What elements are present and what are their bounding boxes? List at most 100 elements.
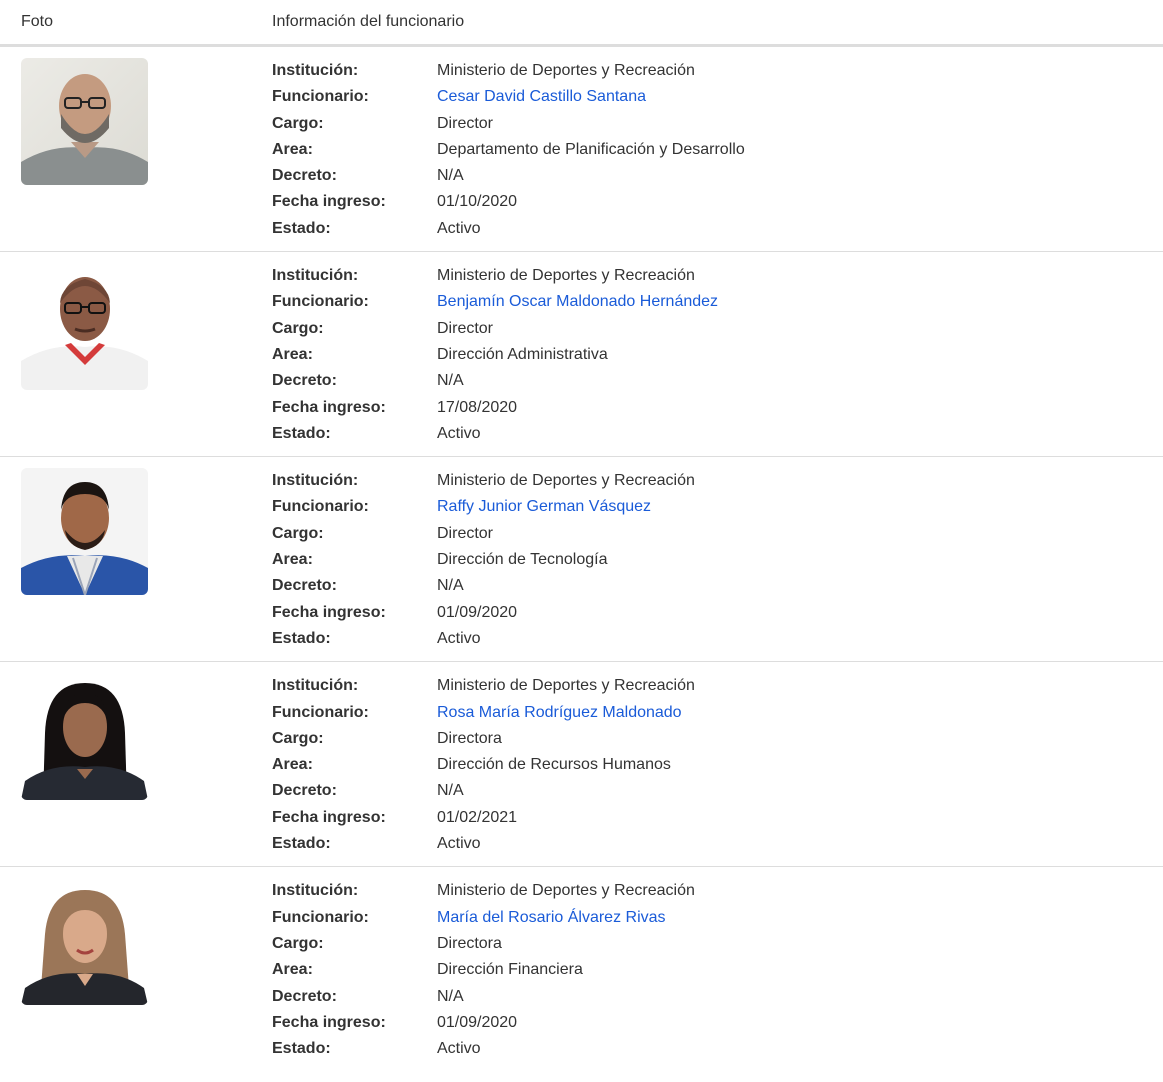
official-name-link[interactable]: Raffy Junior German Vásquez (437, 494, 1163, 520)
table-row: Institución: Ministerio de Deportes y Re… (0, 251, 1163, 458)
value-fecha-ingreso: 17/08/2020 (437, 398, 518, 416)
value-cargo: Directora (437, 729, 502, 747)
label-decreto: Decreto: (272, 577, 337, 595)
value-estado: Activo (437, 424, 481, 442)
header-photo: Foto (0, 0, 251, 47)
label-decreto: Decreto: (272, 372, 337, 390)
label-institucion: Institución: (272, 267, 359, 285)
label-decreto: Decreto: (272, 782, 337, 800)
official-photo (21, 878, 148, 1006)
value-area: Departamento de Planificación y Desarrol… (437, 140, 745, 158)
table-row: Institución: Ministerio de Deportes y Re… (0, 661, 1163, 868)
value-cargo: Director (437, 319, 494, 337)
value-institucion: Ministerio de Deportes y Recreación (437, 472, 695, 490)
officials-table: Foto Información del funcionario Institu… (0, 0, 1163, 1071)
label-decreto: Decreto: (272, 987, 337, 1005)
value-area: Dirección de Recursos Humanos (437, 756, 671, 774)
official-info: Institución: Ministerio de Deportes y Re… (272, 468, 1163, 652)
official-name-link[interactable]: María del Rosario Álvarez Rivas (437, 905, 1163, 931)
label-cargo: Cargo: (272, 729, 324, 747)
value-institucion: Ministerio de Deportes y Recreación (437, 677, 695, 695)
official-name-link[interactable]: Cesar David Castillo Santana (437, 84, 1163, 110)
official-info: Institución: Ministerio de Deportes y Re… (272, 673, 1163, 857)
label-estado: Estado: (272, 835, 331, 853)
official-info: Institución: Ministerio de Deportes y Re… (272, 58, 1163, 242)
label-fecha-ingreso: Fecha ingreso: (272, 808, 386, 826)
value-area: Dirección de Tecnología (437, 551, 608, 569)
table-row: Institución: Ministerio de Deportes y Re… (0, 45, 1163, 253)
official-info: Institución: Ministerio de Deportes y Re… (272, 878, 1163, 1062)
value-decreto: N/A (437, 987, 464, 1005)
label-fecha-ingreso: Fecha ingreso: (272, 1013, 386, 1031)
value-cargo: Director (437, 524, 494, 542)
label-cargo: Cargo: (272, 114, 324, 132)
photo-cell (0, 456, 251, 663)
photo-cell (0, 867, 251, 1072)
value-decreto: N/A (437, 782, 464, 800)
value-decreto: N/A (437, 372, 464, 390)
value-institucion: Ministerio de Deportes y Recreación (437, 62, 695, 79)
header-info: Información del funcionario (251, 0, 1163, 47)
label-area: Area: (272, 961, 313, 979)
label-estado: Estado: (272, 629, 331, 647)
label-funcionario: Funcionario: (272, 88, 369, 106)
label-institucion: Institución: (272, 882, 359, 900)
value-decreto: N/A (437, 167, 464, 185)
value-area: Dirección Administrativa (437, 345, 608, 363)
table-row: Institución: Ministerio de Deportes y Re… (0, 456, 1163, 663)
officials-page: Foto Información del funcionario Institu… (0, 0, 1163, 1071)
value-decreto: N/A (437, 577, 464, 595)
value-fecha-ingreso: 01/09/2020 (437, 603, 518, 621)
photo-cell (0, 251, 251, 458)
value-estado: Activo (437, 1040, 481, 1058)
value-institucion: Ministerio de Deportes y Recreación (437, 882, 695, 900)
label-institucion: Institución: (272, 677, 359, 695)
label-area: Area: (272, 551, 313, 569)
label-funcionario: Funcionario: (272, 293, 369, 311)
photo-cell (0, 661, 251, 868)
label-fecha-ingreso: Fecha ingreso: (272, 193, 386, 211)
official-photo (21, 468, 148, 596)
official-photo (21, 58, 148, 185)
label-fecha-ingreso: Fecha ingreso: (272, 603, 386, 621)
value-area: Dirección Financiera (437, 961, 583, 979)
value-fecha-ingreso: 01/09/2020 (437, 1013, 518, 1031)
label-cargo: Cargo: (272, 934, 324, 952)
value-estado: Activo (437, 629, 481, 647)
label-cargo: Cargo: (272, 524, 324, 542)
value-estado: Activo (437, 219, 481, 237)
label-area: Area: (272, 140, 313, 158)
label-funcionario: Funcionario: (272, 498, 369, 516)
official-info: Institución: Ministerio de Deportes y Re… (272, 263, 1163, 447)
label-institucion: Institución: (272, 472, 359, 490)
label-area: Area: (272, 756, 313, 774)
info-cell: Institución: Ministerio de Deportes y Re… (251, 456, 1163, 663)
official-photo (21, 263, 148, 391)
official-photo (21, 673, 148, 801)
photo-cell (0, 45, 251, 253)
label-institucion: Institución: (272, 62, 359, 79)
value-fecha-ingreso: 01/10/2020 (437, 193, 518, 211)
label-fecha-ingreso: Fecha ingreso: (272, 398, 386, 416)
label-estado: Estado: (272, 219, 331, 237)
official-name-link[interactable]: Rosa María Rodríguez Maldonado (437, 700, 1163, 726)
info-cell: Institución: Ministerio de Deportes y Re… (251, 251, 1163, 458)
table-row: Institución: Ministerio de Deportes y Re… (0, 867, 1163, 1072)
label-funcionario: Funcionario: (272, 908, 369, 926)
info-cell: Institución: Ministerio de Deportes y Re… (251, 45, 1163, 253)
label-cargo: Cargo: (272, 319, 324, 337)
value-fecha-ingreso: 01/02/2021 (437, 808, 518, 826)
value-cargo: Director (437, 114, 494, 132)
official-name-link[interactable]: Benjamín Oscar Maldonado Hernández (437, 289, 1163, 315)
table-header-row: Foto Información del funcionario (0, 0, 1163, 47)
label-area: Area: (272, 345, 313, 363)
info-cell: Institución: Ministerio de Deportes y Re… (251, 867, 1163, 1072)
value-cargo: Directora (437, 934, 502, 952)
info-cell: Institución: Ministerio de Deportes y Re… (251, 661, 1163, 868)
value-estado: Activo (437, 835, 481, 853)
label-decreto: Decreto: (272, 167, 337, 185)
value-institucion: Ministerio de Deportes y Recreación (437, 267, 695, 285)
label-funcionario: Funcionario: (272, 703, 369, 721)
label-estado: Estado: (272, 424, 331, 442)
label-estado: Estado: (272, 1040, 331, 1058)
